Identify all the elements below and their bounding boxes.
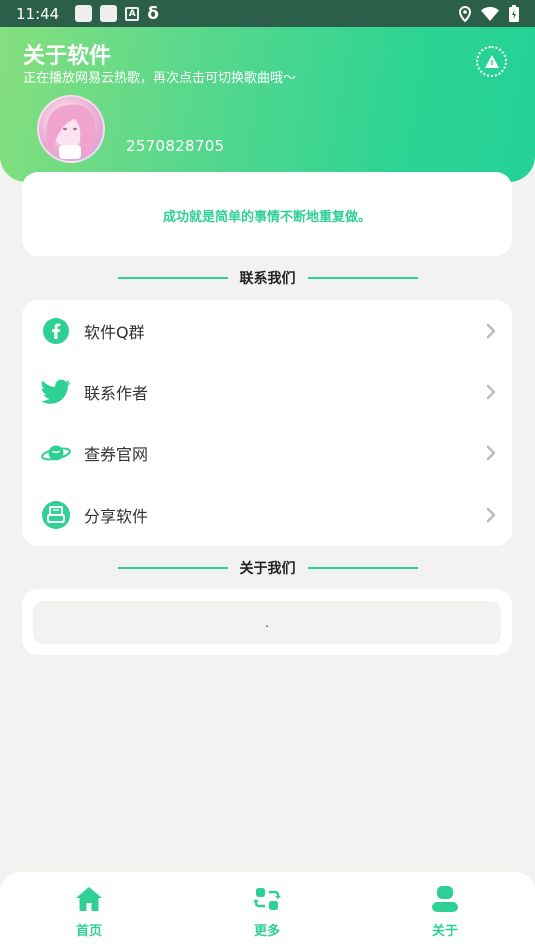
music-icon <box>484 54 499 68</box>
list-item-contact-author[interactable]: 联系作者 <box>22 361 512 422</box>
motto-text: 成功就是简单的事情不断地重复做。 <box>162 210 371 225</box>
about-content: . <box>33 601 501 644</box>
tab-label: 首页 <box>75 924 102 939</box>
planet-icon <box>41 438 71 468</box>
divider <box>117 567 228 569</box>
tab-about[interactable]: 关于 <box>395 884 495 944</box>
chevron-right-icon <box>486 507 496 522</box>
divider <box>307 567 418 569</box>
section-title: 关于我们 <box>239 561 296 577</box>
notification-a-icon: A <box>125 6 140 21</box>
notification-icon <box>75 5 93 22</box>
contact-list: 软件Q群 联系作者 查券官网 分享软件 <box>22 300 512 546</box>
contact-section-header: 联系我们 <box>0 266 535 290</box>
bottom-tab-bar: 首页 更多 关于 <box>0 872 535 951</box>
print-icon <box>41 500 71 530</box>
tab-more[interactable]: 更多 <box>217 884 317 944</box>
list-item-share-app[interactable]: 分享软件 <box>22 484 512 545</box>
page-title: 关于软件 <box>23 44 112 69</box>
list-item-label: 查券官网 <box>84 444 149 464</box>
divider <box>307 277 418 279</box>
battery-icon <box>509 5 519 22</box>
facebook-icon <box>41 316 71 346</box>
user-icon <box>430 884 460 914</box>
twitter-icon <box>41 377 71 407</box>
motto-card: 成功就是简单的事情不断地重复做。 <box>22 172 512 256</box>
tab-home[interactable]: 首页 <box>39 884 139 944</box>
avatar[interactable] <box>37 95 105 163</box>
home-icon <box>74 884 104 914</box>
section-title: 联系我们 <box>239 271 296 287</box>
about-section-header: 关于我们 <box>0 556 535 580</box>
status-bar: 11:44 A ẟ <box>0 0 535 27</box>
about-card: . <box>22 589 512 655</box>
list-item-label: 软件Q群 <box>84 322 145 342</box>
location-icon <box>459 5 471 22</box>
music-hint: 正在播放网易云热歌，再次点击可切换歌曲哦〜 <box>23 71 297 86</box>
list-item-qq-group[interactable]: 软件Q群 <box>22 300 512 361</box>
bug-icon: ẟ <box>147 3 159 24</box>
list-item-label: 联系作者 <box>84 383 149 403</box>
chevron-right-icon <box>486 323 496 338</box>
chevron-right-icon <box>486 445 496 460</box>
qq-number: 2570828705 <box>126 137 225 155</box>
music-toggle-button[interactable] <box>476 46 507 77</box>
tab-label: 更多 <box>253 924 280 939</box>
divider <box>117 277 228 279</box>
wifi-icon <box>481 6 499 21</box>
swap-icon <box>252 884 282 914</box>
list-item-label: 分享软件 <box>84 506 149 526</box>
status-time: 11:44 <box>16 4 60 23</box>
chevron-right-icon <box>486 384 496 399</box>
notification-icon <box>100 5 118 22</box>
list-item-official-site[interactable]: 查券官网 <box>22 422 512 483</box>
tab-label: 关于 <box>431 924 458 939</box>
